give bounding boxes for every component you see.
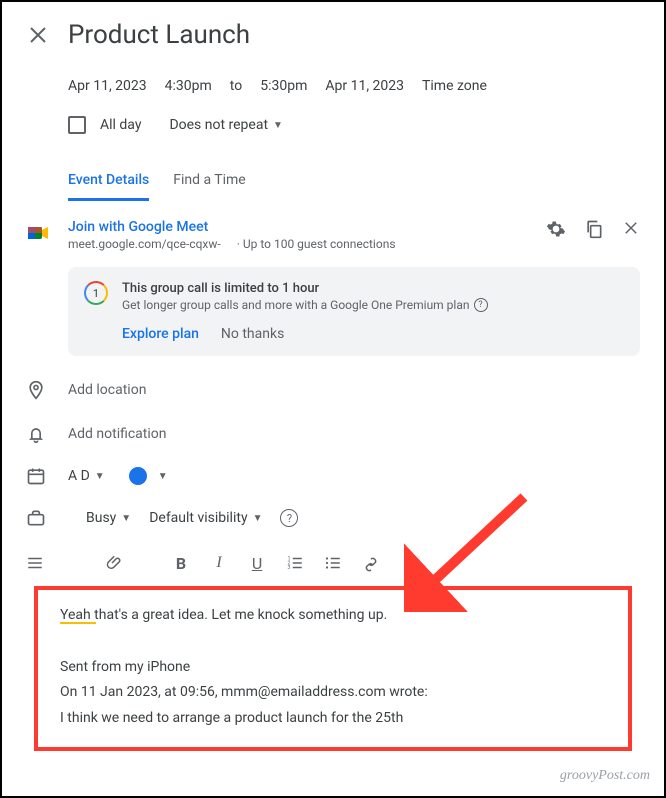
- start-time[interactable]: 4:30pm: [165, 78, 212, 94]
- description-textarea[interactable]: Yeah that's a great idea. Let me knock s…: [34, 586, 632, 751]
- svg-text:3: 3: [288, 565, 291, 571]
- chevron-down-icon: ▼: [95, 471, 105, 482]
- italic-icon[interactable]: I: [210, 554, 228, 572]
- tab-event-details[interactable]: Event Details: [68, 172, 149, 201]
- attachment-icon[interactable]: [106, 554, 124, 572]
- underline-icon[interactable]: U: [248, 554, 266, 572]
- allday-label: All day: [100, 117, 141, 133]
- location-input[interactable]: Add location: [68, 382, 146, 398]
- explore-plan-button[interactable]: Explore plan: [122, 326, 199, 342]
- group-call-title: This group call is limited to 1 hour: [122, 281, 624, 296]
- allday-checkbox[interactable]: [68, 116, 86, 134]
- to-label: to: [230, 78, 242, 94]
- event-title[interactable]: Product Launch: [68, 20, 250, 50]
- location-icon: [26, 380, 46, 400]
- start-date[interactable]: Apr 11, 2023: [68, 78, 147, 94]
- color-dot: [129, 467, 147, 485]
- help-icon[interactable]: ?: [280, 509, 298, 527]
- no-thanks-button[interactable]: No thanks: [221, 326, 284, 342]
- chevron-down-icon: ▼: [253, 513, 263, 524]
- busy-dropdown[interactable]: Busy ▼: [86, 510, 131, 526]
- visibility-dropdown[interactable]: Default visibility ▼: [149, 510, 262, 526]
- copy-icon[interactable]: [584, 219, 604, 239]
- remove-meet-icon[interactable]: [622, 219, 640, 237]
- menu-icon[interactable]: [26, 554, 44, 572]
- meet-url: meet.google.com/qce-cqxw-: [68, 237, 221, 251]
- group-call-sub: Get longer group calls and more with a G…: [122, 298, 470, 312]
- tab-find-a-time[interactable]: Find a Time: [173, 172, 246, 201]
- chevron-down-icon: ▼: [273, 120, 283, 131]
- link-icon[interactable]: [362, 554, 380, 572]
- calendar-icon: [26, 466, 46, 486]
- numbered-list-icon[interactable]: 123: [286, 554, 304, 572]
- watermark: groovyPost.com: [560, 768, 650, 784]
- bold-icon[interactable]: B: [172, 554, 190, 572]
- clear-format-icon[interactable]: [400, 554, 418, 572]
- color-dropdown[interactable]: ▼: [105, 467, 168, 485]
- end-time[interactable]: 5:30pm: [260, 78, 307, 94]
- briefcase-icon: [26, 508, 46, 528]
- calendar-dropdown[interactable]: A D ▼: [68, 468, 105, 484]
- notification-button[interactable]: Add notification: [68, 426, 167, 442]
- meet-limit: · Up to 100 guest connections: [237, 237, 396, 251]
- google-meet-icon: [26, 221, 50, 245]
- help-icon[interactable]: ?: [474, 298, 488, 312]
- bell-icon: [26, 424, 46, 444]
- close-icon[interactable]: [26, 23, 50, 47]
- chevron-down-icon: ▼: [121, 513, 131, 524]
- timezone-button[interactable]: Time zone: [422, 78, 487, 94]
- chevron-down-icon: ▼: [158, 471, 168, 482]
- google-one-icon: 1: [84, 281, 108, 305]
- bullet-list-icon[interactable]: [324, 554, 342, 572]
- repeat-dropdown[interactable]: Does not repeat ▼: [169, 117, 283, 133]
- end-date[interactable]: Apr 11, 2023: [325, 78, 404, 94]
- gear-icon[interactable]: [546, 219, 566, 239]
